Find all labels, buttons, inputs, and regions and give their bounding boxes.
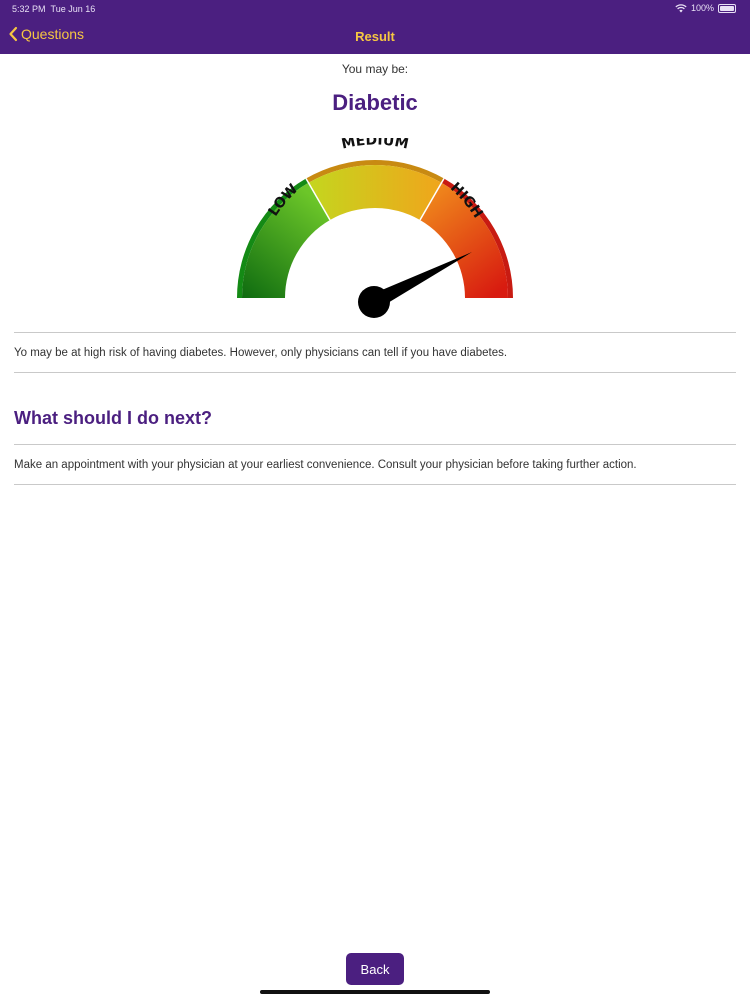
status-bar: 5:32 PM Tue Jun 16 100% <box>0 0 750 18</box>
svg-text:MEDIUM: MEDIUM <box>340 138 410 152</box>
home-indicator <box>260 990 490 994</box>
battery-percent: 100% <box>690 3 714 13</box>
battery-icon <box>718 3 736 13</box>
risk-gauge: LOW MEDIUM HIGH <box>237 138 513 318</box>
next-steps-text: Make an appointment with your physician … <box>14 459 637 471</box>
divider <box>14 332 736 333</box>
gauge-label-medium: MEDIUM <box>340 138 410 152</box>
wifi-icon <box>675 3 687 12</box>
status-time: 5:32 PM Tue Jun 16 <box>12 4 95 14</box>
next-steps-heading: What should I do next? <box>14 408 212 428</box>
status-indicators: 100% <box>675 3 736 13</box>
risk-description: Yo may be at high risk of having diabete… <box>14 347 508 359</box>
page-title: Result <box>355 29 395 44</box>
navigation-bar: 5:32 PM Tue Jun 16 100% Questions Result <box>0 0 750 54</box>
status-date: Tue Jun 16 <box>50 4 96 14</box>
result-subtitle: You may be: <box>341 62 409 76</box>
gauge-needle <box>358 252 473 318</box>
divider <box>14 484 736 485</box>
status-clock: 5:32 PM <box>12 4 46 14</box>
back-button[interactable]: Back <box>346 953 404 985</box>
gauge-needle-hub <box>358 286 390 318</box>
divider <box>14 372 736 373</box>
divider <box>14 444 736 445</box>
result-title: Diabetic <box>332 90 418 115</box>
